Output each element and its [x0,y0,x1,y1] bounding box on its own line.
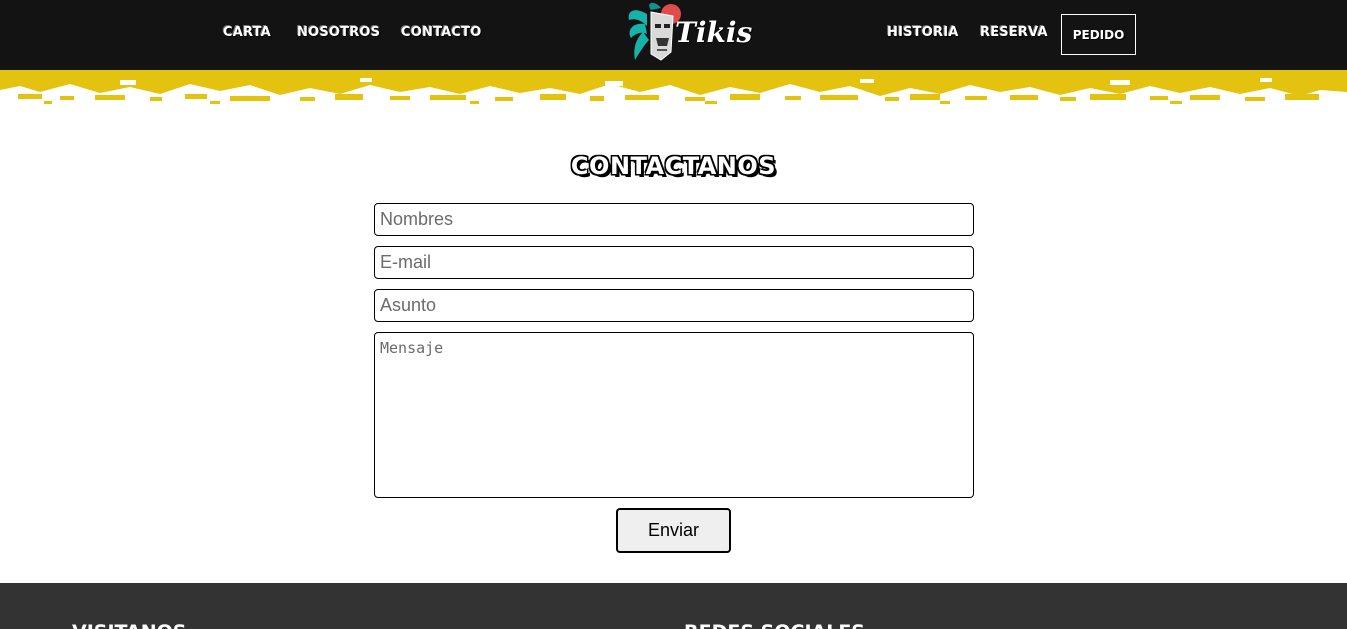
site-footer: VISITANOS REDES SOCIALES [0,583,1347,629]
brand-logo[interactable]: Tikis [625,2,752,66]
subject-input[interactable] [374,289,974,322]
pedido-button[interactable]: PEDIDO [1061,14,1136,55]
send-button[interactable]: Enviar [616,508,731,553]
name-input[interactable] [374,203,974,236]
email-input[interactable] [374,246,974,279]
nav-link-carta[interactable]: CARTA [223,25,271,40]
footer-heading-redes-sociales: REDES SOCIALES [684,621,865,629]
footer-heading-visitanos: VISITANOS [72,621,186,629]
nav-link-reserva[interactable]: RESERVA [980,25,1048,40]
nav-link-nosotros[interactable]: NOSOTROS [297,25,380,40]
contact-title: CONTACTANOS [570,152,777,180]
grunge-divider [0,70,1347,104]
logo-wordmark: Tikis [675,16,753,49]
message-textarea[interactable] [374,332,974,498]
site-header: CARTA NOSOTROS CONTACTO Tikis HISTORIA R… [0,0,1347,70]
nav-link-contacto[interactable]: CONTACTO [401,25,481,40]
nav-link-historia[interactable]: HISTORIA [887,25,959,40]
